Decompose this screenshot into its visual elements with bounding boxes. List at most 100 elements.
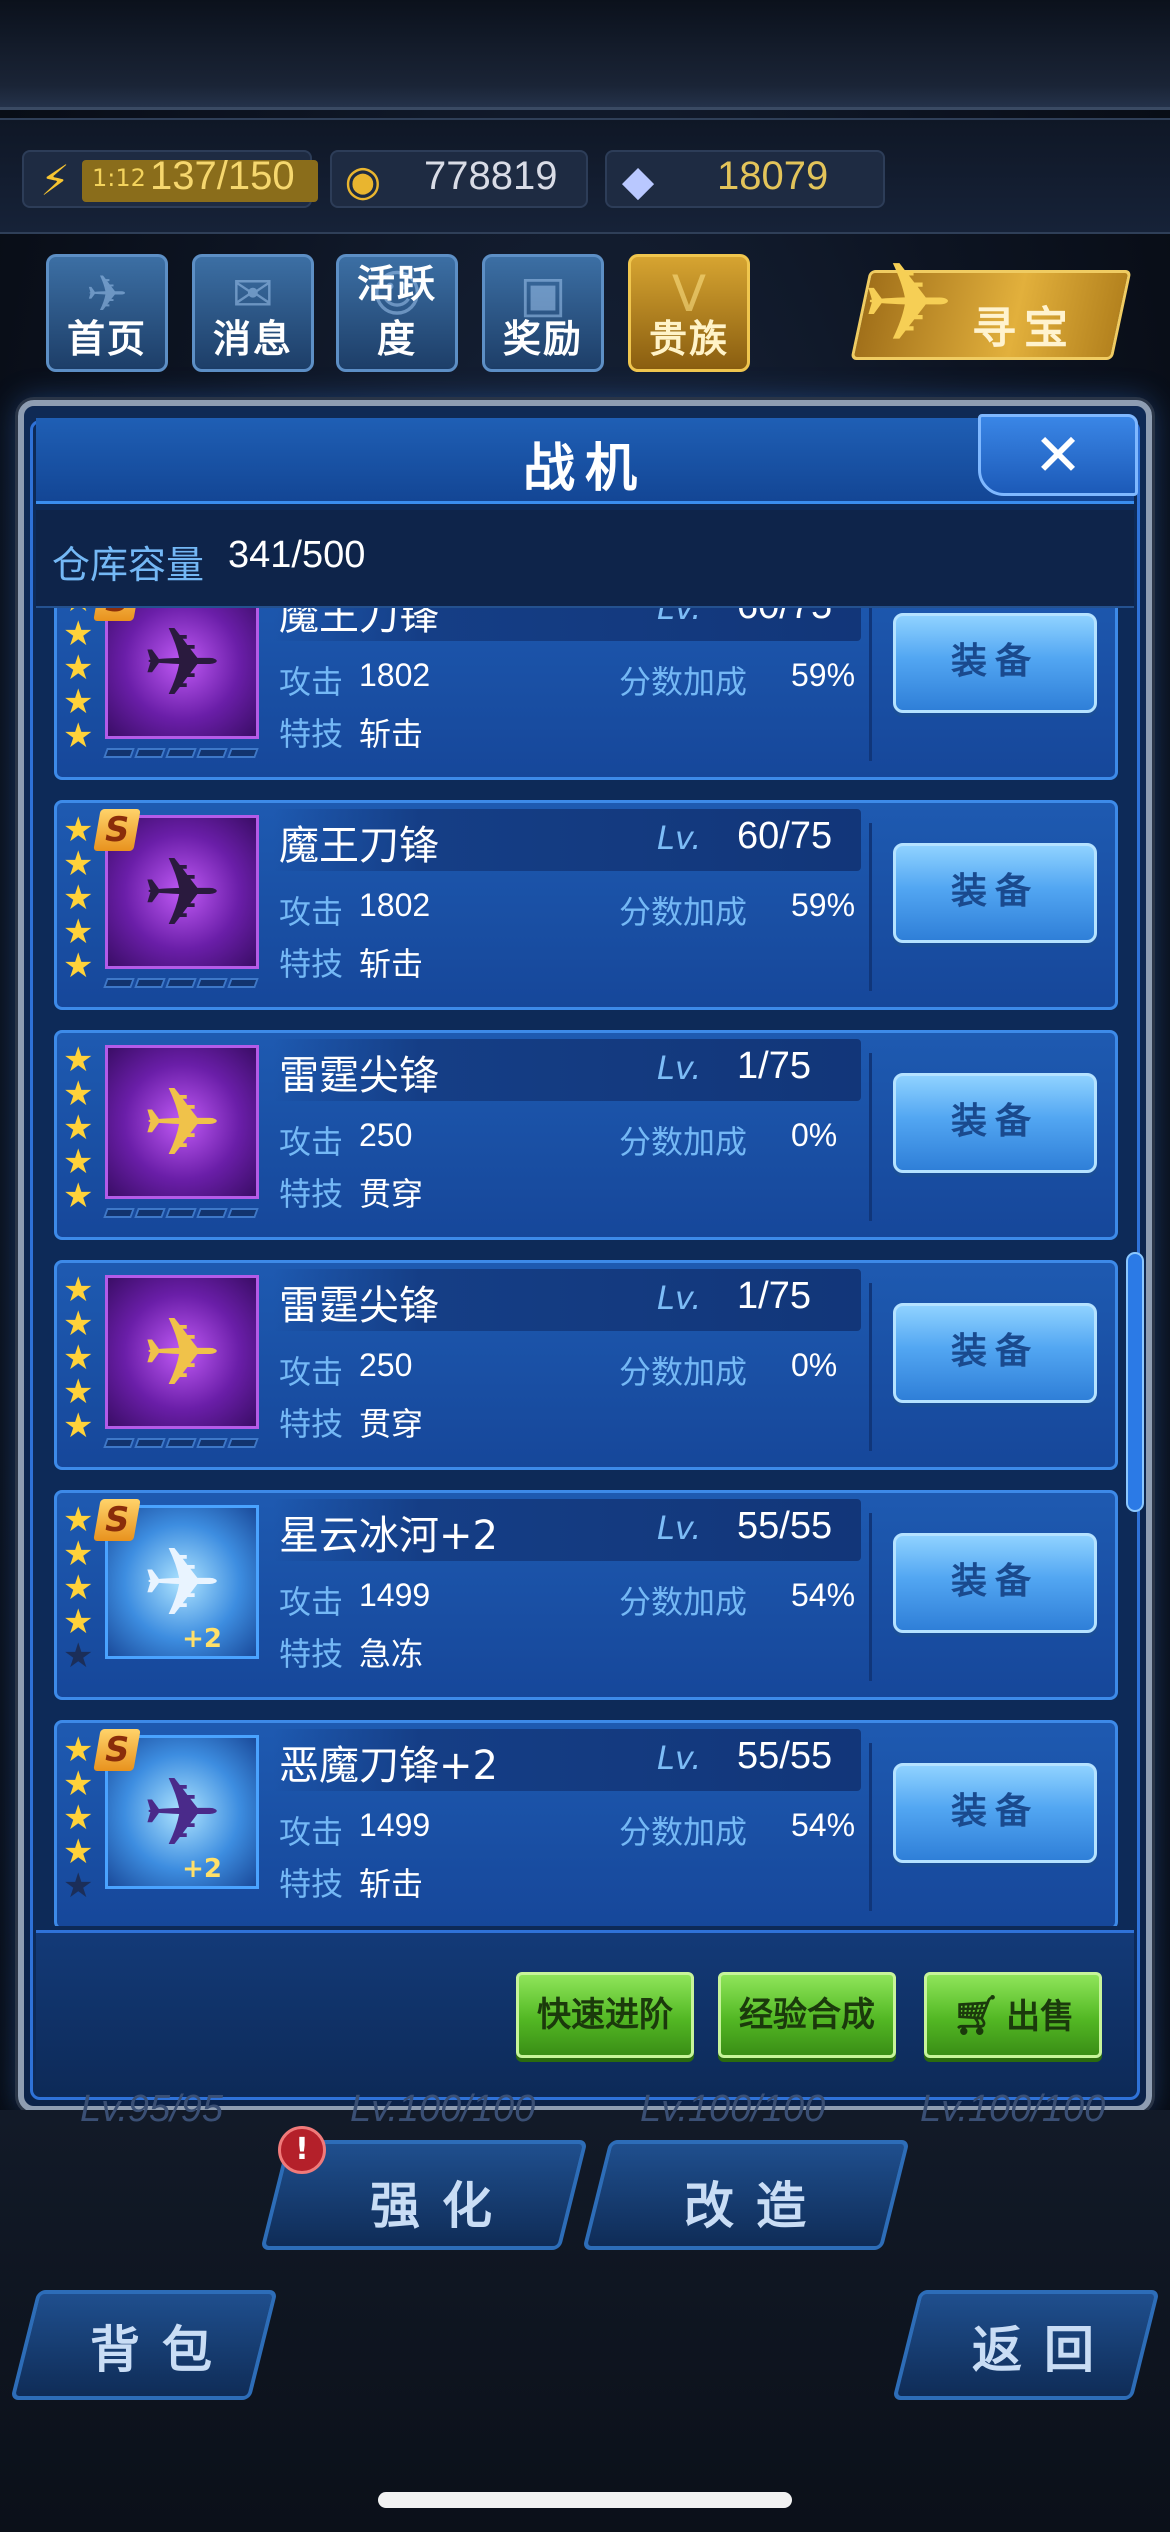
plane-card: ★ ★ ★ ★ ★ ✈ S 魔王刀锋 Lv. 60/75 攻击 1802 分数加… bbox=[54, 800, 1118, 1010]
star-icon: ★ bbox=[63, 1074, 94, 1114]
plane-thumbnail[interactable]: ✈ bbox=[105, 1045, 259, 1199]
gem-resource[interactable]: ◆ 18079 bbox=[605, 150, 885, 208]
energy-timer: 1:12 bbox=[92, 164, 146, 192]
star-rating: ★ ★ ★ ★ ★ bbox=[63, 608, 99, 753]
alert-badge: ! bbox=[278, 2126, 326, 2174]
nav-label: 活跃度 bbox=[356, 262, 437, 361]
attack-label: 攻击 bbox=[279, 1353, 344, 1391]
equip-button[interactable]: 装备 bbox=[893, 1533, 1097, 1633]
attack-value: 1802 bbox=[359, 887, 431, 923]
plane-card: ★ ★ ★ ★ ★ ✈ +2 S 恶魔刀锋+2 Lv. 55/55 攻击 149… bbox=[54, 1720, 1118, 1926]
bonus-value: 59% bbox=[791, 657, 856, 693]
rank-badge: S bbox=[93, 809, 141, 851]
treasure-label: 寻宝 bbox=[972, 303, 1076, 354]
star-icon: ★ bbox=[63, 1832, 94, 1872]
star-icon: ★ bbox=[63, 946, 94, 986]
star-icon: ★ bbox=[63, 682, 94, 722]
background-level-text: Lv.95/95 bbox=[80, 2088, 223, 2130]
attack-value: 1802 bbox=[359, 657, 431, 693]
backpack-label: 背包 bbox=[90, 2321, 234, 2379]
card-divider bbox=[869, 1513, 872, 1681]
star-rating: ★ ★ ★ ★ ★ bbox=[63, 1273, 99, 1443]
plane-list[interactable]: ★ ★ ★ ★ ★ ✈ S 魔王刀锋 Lv. 60/75 攻击 1802 分数加… bbox=[36, 608, 1134, 1926]
rank-badge: S bbox=[93, 1729, 141, 1771]
nav-message-button[interactable]: ✉ 消息 bbox=[192, 254, 314, 372]
attack-value: 250 bbox=[359, 1117, 413, 1153]
bonus-label: 分数加成 bbox=[619, 1813, 748, 1851]
upgrade-pips bbox=[103, 973, 265, 988]
quick-advance-button[interactable]: 快速进阶 bbox=[516, 1972, 694, 2058]
upgrade-pips bbox=[103, 1433, 265, 1448]
plus-level: +2 bbox=[182, 1854, 222, 1884]
star-icon: ★ bbox=[63, 1730, 94, 1770]
gold-value: 778819 bbox=[424, 154, 558, 198]
enhance-label: 强化 bbox=[370, 2177, 514, 2235]
nav-label: 消息 bbox=[212, 317, 293, 361]
star-icon: ★ bbox=[63, 1406, 94, 1446]
nav-home-button[interactable]: ✈ 首页 bbox=[46, 254, 168, 372]
plane-thumbnail[interactable]: ✈ bbox=[105, 608, 259, 739]
plane-card: ★ ★ ★ ★ ★ ✈ 雷霆尖锋 Lv. 1/75 攻击 250 分数加成 0%… bbox=[54, 1030, 1118, 1240]
equip-button[interactable]: 装备 bbox=[893, 613, 1097, 713]
level-label: Lv. bbox=[657, 1049, 702, 1087]
cart-icon: 🛒︎ bbox=[951, 1993, 1001, 2037]
home-indicator[interactable] bbox=[378, 2492, 792, 2508]
level-label: Lv. bbox=[657, 608, 702, 627]
star-icon: ★ bbox=[63, 614, 94, 654]
equip-button[interactable]: 装备 bbox=[893, 1763, 1097, 1863]
skill-value: 斩击 bbox=[359, 715, 424, 753]
plane-card: ★ ★ ★ ★ ★ ✈ 雷霆尖锋 Lv. 1/75 攻击 250 分数加成 0%… bbox=[54, 1260, 1118, 1470]
attack-value: 1499 bbox=[359, 1807, 431, 1843]
level-value: 1/75 bbox=[737, 1045, 811, 1087]
plane-name: 雷霆尖锋 bbox=[279, 1283, 439, 1329]
star-icon: ★ bbox=[63, 878, 94, 918]
attack-label: 攻击 bbox=[279, 1813, 344, 1851]
lightning-icon: ⚡ bbox=[40, 156, 70, 205]
skill-value: 斩击 bbox=[359, 945, 424, 983]
skill-label: 特技 bbox=[279, 1405, 344, 1443]
star-icon: ★ bbox=[63, 1764, 94, 1804]
gold-resource[interactable]: ◉ 778819 bbox=[330, 150, 588, 208]
scrollbar[interactable] bbox=[1126, 1252, 1144, 1512]
star-icon: ★ bbox=[63, 1798, 94, 1838]
skill-label: 特技 bbox=[279, 1635, 344, 1673]
star-icon: ★ bbox=[63, 648, 94, 688]
skill-label: 特技 bbox=[279, 1865, 344, 1903]
skill-label: 特技 bbox=[279, 715, 344, 753]
fighter-jet-icon: ✈ bbox=[141, 1297, 223, 1409]
skill-value: 斩击 bbox=[359, 1865, 424, 1903]
sell-button[interactable]: 🛒︎ 出售 bbox=[924, 1972, 1102, 2058]
nav-reward-button[interactable]: ▣ 奖励 bbox=[482, 254, 604, 372]
attack-value: 1499 bbox=[359, 1577, 431, 1613]
attack-label: 攻击 bbox=[279, 663, 344, 701]
gem-value: 18079 bbox=[717, 154, 829, 198]
level-label: Lv. bbox=[657, 1739, 702, 1777]
close-button[interactable]: ✕ bbox=[978, 414, 1138, 496]
level-label: Lv. bbox=[657, 1509, 702, 1547]
card-divider bbox=[869, 1283, 872, 1451]
star-icon: ★ bbox=[63, 1108, 94, 1148]
plane-thumbnail[interactable]: ✈ bbox=[105, 1275, 259, 1429]
level-value: 60/75 bbox=[737, 815, 833, 857]
bonus-label: 分数加成 bbox=[619, 663, 748, 701]
exp-merge-button[interactable]: 经验合成 bbox=[718, 1972, 896, 2058]
equip-button[interactable]: 装备 bbox=[893, 1303, 1097, 1403]
plane-name: 魔王刀锋 bbox=[279, 823, 439, 869]
energy-resource[interactable]: ⚡ 1:12 137/150 bbox=[22, 150, 318, 208]
bonus-value: 54% bbox=[791, 1807, 856, 1843]
card-divider bbox=[869, 1743, 872, 1911]
nav-activity-button[interactable]: ☺ 活跃度 bbox=[336, 254, 458, 372]
star-empty-icon: ★ bbox=[63, 1636, 94, 1676]
fighter-jet-icon: ✈ bbox=[141, 608, 223, 719]
bonus-value: 54% bbox=[791, 1577, 856, 1613]
star-icon: ★ bbox=[63, 1270, 94, 1310]
equip-button[interactable]: 装备 bbox=[893, 1073, 1097, 1173]
equip-button[interactable]: 装备 bbox=[893, 843, 1097, 943]
star-icon: ★ bbox=[63, 716, 94, 756]
nav-noble-button[interactable]: V 贵族 bbox=[628, 254, 750, 372]
star-icon: ★ bbox=[63, 1142, 94, 1182]
star-icon: ★ bbox=[63, 1040, 94, 1080]
fighter-jet-icon: ✈ bbox=[141, 1067, 223, 1179]
background-level-text: Lv.100/100 bbox=[350, 2088, 536, 2130]
jet-icon: ✈ bbox=[862, 239, 955, 367]
